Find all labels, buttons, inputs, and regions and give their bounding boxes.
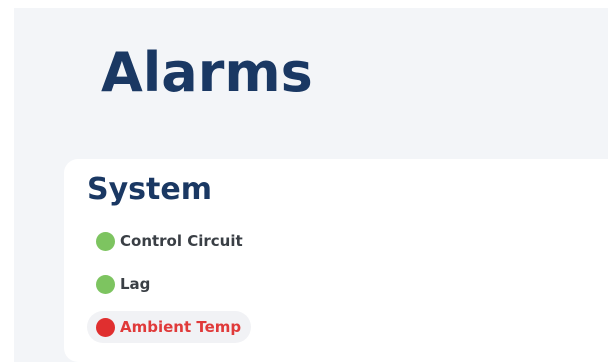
status-dot-icon	[96, 317, 115, 337]
status-dot-icon	[96, 231, 115, 251]
system-alarms-card: System Control Circuit Lag Ambient Temp	[64, 159, 608, 362]
alarm-label: Lag	[120, 275, 151, 293]
alarm-list-item: Control Circuit	[87, 225, 253, 268]
alarm-list-item: Lag	[87, 268, 253, 311]
alarm-list-item: Ambient Temp	[87, 311, 253, 354]
alarm-item-lag[interactable]: Lag	[87, 268, 160, 300]
alarm-label: Ambient Temp	[120, 318, 242, 336]
alarm-label: Control Circuit	[120, 232, 243, 250]
alarm-list: Control Circuit Lag Ambient Temp	[87, 225, 253, 354]
alarm-item-control-circuit[interactable]: Control Circuit	[87, 225, 253, 257]
page-title: Alarms	[101, 41, 313, 104]
alarm-item-ambient-temp[interactable]: Ambient Temp	[87, 311, 252, 343]
status-dot-icon	[96, 274, 115, 294]
section-title: System	[87, 172, 212, 207]
